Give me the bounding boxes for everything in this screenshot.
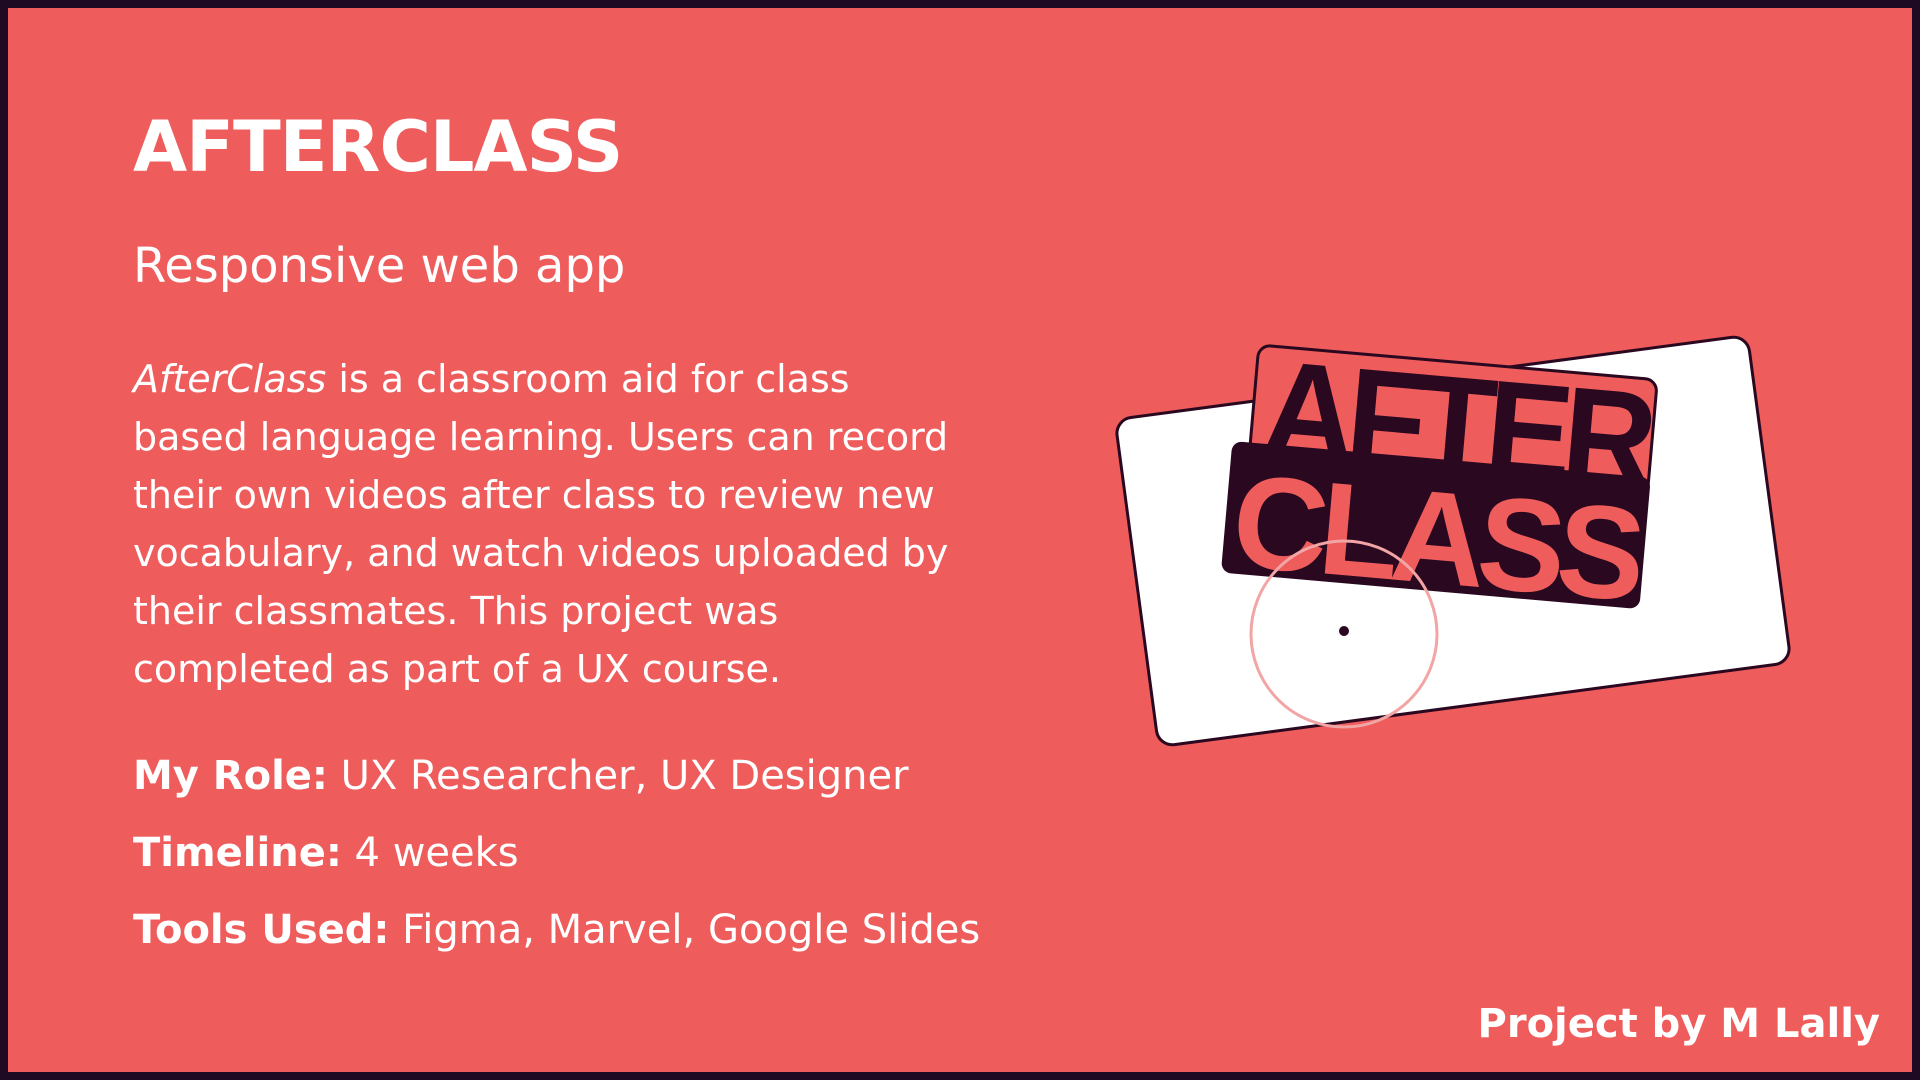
description-emphasis: AfterClass bbox=[133, 357, 327, 401]
afterclass-logo-icon: AFTER CLASS bbox=[1115, 332, 1791, 747]
timeline-label: Timeline: bbox=[133, 830, 342, 876]
logo-card: AFTER CLASS bbox=[1108, 306, 1798, 776]
role-label: My Role: bbox=[133, 753, 328, 799]
slide: AFTERCLASS Responsive web app AfterClass… bbox=[8, 8, 1912, 1072]
logo-group: AFTER CLASS bbox=[1221, 332, 1660, 629]
tools-value: Figma, Marvel, Google Slides bbox=[389, 907, 981, 953]
project-description: AfterClass is a classroom aid for class … bbox=[133, 350, 973, 698]
page-subtitle: Responsive web app bbox=[133, 238, 626, 294]
description-text: is a classroom aid for class based langu… bbox=[133, 357, 949, 691]
tools-row: Tools Used: Figma, Marvel, Google Slides bbox=[133, 910, 980, 950]
page-title: AFTERCLASS bbox=[133, 106, 623, 188]
role-value: UX Researcher, UX Designer bbox=[327, 753, 909, 799]
role-row: My Role: UX Researcher, UX Designer bbox=[133, 756, 909, 796]
project-credit: Project by M Lally bbox=[1477, 1001, 1880, 1047]
tools-label: Tools Used: bbox=[133, 907, 390, 953]
timeline-value: 4 weeks bbox=[341, 830, 519, 876]
decorative-dot bbox=[1339, 626, 1349, 636]
timeline-row: Timeline: 4 weeks bbox=[133, 833, 519, 873]
